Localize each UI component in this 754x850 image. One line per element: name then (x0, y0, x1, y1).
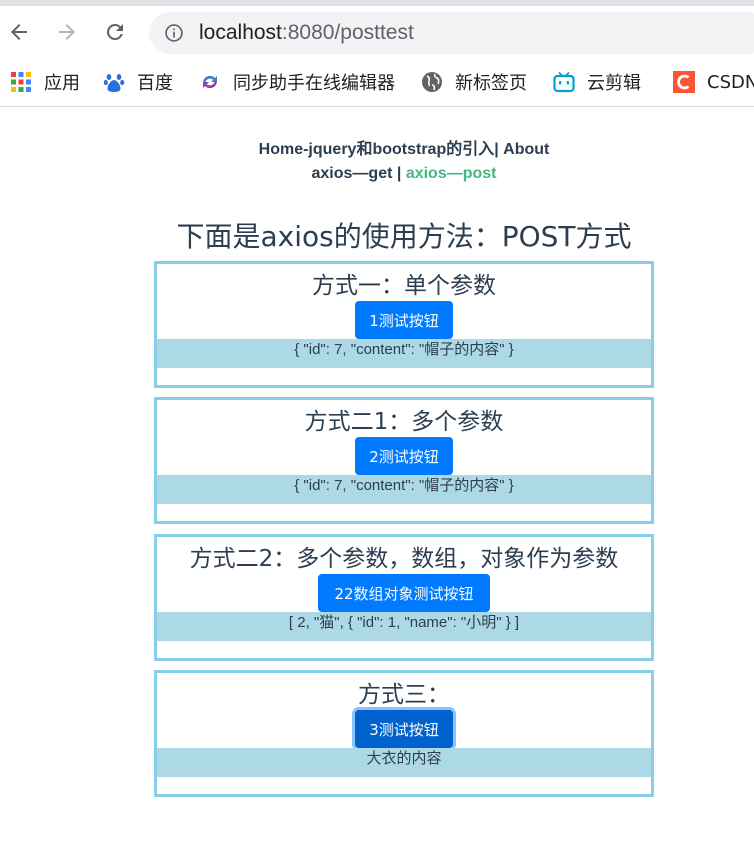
result-output: { "id": 7, "content": "帽子的内容" } (157, 475, 651, 504)
section-method-2-2: 方式二2：多个参数，数组，对象作为参数 22数组对象测试按钮 [ 2, "猫",… (154, 534, 654, 661)
bookmark-csdn[interactable]: CSDN (673, 70, 754, 94)
bookmarks-bar: 应用 百度 同步助手在线编辑器 新标签页 云剪辑 CSDN (0, 58, 754, 107)
nav-link-home[interactable]: Home-jquery和bootstrap的引入 (259, 141, 495, 158)
info-icon[interactable] (164, 23, 184, 43)
nav-link-about[interactable]: About (503, 141, 549, 158)
result-output: [ 2, "猫", { "id": 1, "name": "小明" } ] (157, 612, 651, 641)
result-output: 大衣的内容 (157, 748, 651, 777)
reload-icon[interactable] (103, 20, 127, 44)
nav-separator: | (494, 141, 499, 158)
nav-separator: | (396, 165, 402, 182)
section-method-3: 方式三： 3测试按钮 大衣的内容 (154, 670, 654, 797)
browser-toolbar: localhost:8080/posttest (0, 6, 754, 58)
nav-row-2: axios—get | axios—post (0, 162, 754, 186)
address-bar[interactable]: localhost:8080/posttest (149, 12, 754, 54)
app-nav: Home-jquery和bootstrap的引入| About axios—ge… (0, 138, 754, 186)
test-button-2[interactable]: 2测试按钮 (355, 437, 453, 475)
array-object-test-button[interactable]: 22数组对象测试按钮 (318, 574, 490, 612)
sync-icon (202, 75, 218, 89)
baidu-paw-icon (103, 74, 125, 92)
csdn-logo-icon (673, 71, 695, 93)
result-output: { "id": 7, "content": "帽子的内容" } (157, 339, 651, 368)
section-title: 方式二1：多个参数 (304, 409, 504, 435)
forward-arrow-icon[interactable] (55, 20, 79, 44)
bookmark-cloud-clip[interactable]: 云剪辑 (553, 70, 641, 94)
back-arrow-icon[interactable] (7, 20, 31, 44)
bookmark-apps[interactable]: 应用 (10, 70, 80, 94)
bookmark-new-tab[interactable]: 新标签页 (421, 70, 527, 94)
test-button-3[interactable]: 3测试按钮 (355, 710, 453, 748)
url-text: localhost:8080/posttest (199, 21, 414, 44)
section-title: 方式三： (358, 682, 450, 708)
bookmark-baidu[interactable]: 百度 (103, 70, 173, 94)
section-method-1: 方式一：单个参数 1测试按钮 { "id": 7, "content": "帽子… (154, 261, 654, 388)
page-title: 下面是axios的使用方法：POST方式 (176, 220, 632, 253)
bilibili-tv-icon (553, 71, 575, 93)
nav-row-1: Home-jquery和bootstrap的引入| About (0, 138, 754, 162)
test-button-1[interactable]: 1测试按钮 (355, 301, 453, 339)
section-method-2-1: 方式二1：多个参数 2测试按钮 { "id": 7, "content": "帽… (154, 397, 654, 524)
apps-grid-icon (11, 72, 31, 92)
nav-link-axios-get[interactable]: axios—get (312, 165, 393, 182)
nav-link-axios-post[interactable]: axios—post (406, 165, 497, 182)
section-title: 方式一：单个参数 (312, 273, 496, 299)
section-title: 方式二2：多个参数，数组，对象作为参数 (189, 546, 619, 572)
globe-icon (422, 72, 442, 92)
bookmark-sync-editor[interactable]: 同步助手在线编辑器 (199, 70, 395, 94)
